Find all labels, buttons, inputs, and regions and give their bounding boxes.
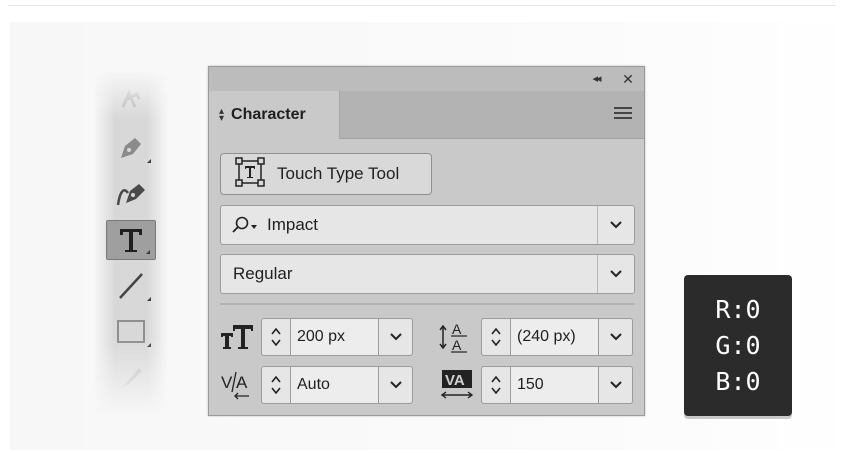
- pen-tool[interactable]: [106, 128, 156, 168]
- font-size-icon: [217, 318, 257, 354]
- blue-value: B:0: [715, 367, 761, 396]
- tracking-icon: VA: [437, 366, 477, 402]
- panel-menu-icon[interactable]: [614, 107, 632, 121]
- chevron-down-icon[interactable]: [599, 366, 633, 404]
- chevron-down-icon[interactable]: [597, 206, 634, 244]
- rectangle-tool-icon: [115, 318, 147, 346]
- line-segment-tool-icon: [116, 271, 146, 301]
- tools-panel: [94, 70, 168, 415]
- svg-text:A: A: [452, 337, 462, 353]
- chevron-down-icon[interactable]: [379, 366, 413, 404]
- expand-collapse-arrows-icon: ▴ ▾: [219, 106, 225, 124]
- section-divider: [220, 303, 635, 305]
- type-tool[interactable]: [106, 220, 156, 260]
- touch-type-icon: [235, 156, 265, 192]
- tab-character[interactable]: ▴ ▾ Character: [209, 91, 340, 139]
- anchor-point-tool[interactable]: [106, 80, 156, 120]
- leading-field[interactable]: (240 px): [511, 318, 599, 356]
- close-icon[interactable]: ✕: [620, 71, 636, 87]
- paintbrush-tool-icon: [115, 362, 147, 394]
- chevron-down-icon[interactable]: [597, 255, 634, 293]
- red-value: R:0: [715, 295, 761, 324]
- pen-tool-icon: [115, 132, 147, 164]
- tab-label: Character: [231, 106, 306, 123]
- paintbrush-tool[interactable]: [106, 358, 156, 398]
- font-size-field[interactable]: 200 px: [291, 318, 379, 356]
- type-tool-icon: [116, 225, 146, 255]
- top-divider: [8, 5, 836, 6]
- kerning-icon: V A: [217, 366, 257, 402]
- tool-flyout-indicator: [147, 159, 151, 163]
- panel-tab-row: ▴ ▾ Character: [209, 91, 644, 139]
- kerning-field[interactable]: Auto: [291, 366, 379, 404]
- leading-stepper[interactable]: [481, 318, 511, 356]
- rgb-color-readout: R:0 G:0 B:0: [684, 275, 792, 416]
- collapse-panel-icon[interactable]: ◂◂: [588, 71, 604, 87]
- anchor-point-icon: [115, 85, 147, 115]
- tool-flyout-indicator: [147, 297, 151, 301]
- tracking-field[interactable]: 150: [511, 366, 599, 404]
- leading-icon: A A: [437, 318, 477, 354]
- search-icon: [231, 216, 261, 239]
- svg-text:A: A: [452, 321, 462, 337]
- green-value: G:0: [715, 331, 761, 360]
- line-segment-tool[interactable]: [106, 266, 156, 306]
- kerning-stepper[interactable]: [261, 366, 291, 404]
- font-family-dropdown[interactable]: Impact: [220, 205, 635, 245]
- chevron-down-icon[interactable]: [599, 318, 633, 356]
- font-size-stepper[interactable]: [261, 318, 291, 356]
- rectangle-tool[interactable]: [106, 312, 156, 352]
- font-family-value: Impact: [267, 215, 319, 234]
- touch-type-tool-button[interactable]: Touch Type Tool: [220, 153, 432, 195]
- touch-type-label: Touch Type Tool: [277, 164, 400, 183]
- tool-flyout-indicator: [146, 250, 150, 254]
- character-panel: ◂◂ ✕ ▴ ▾ Character Touch Type Tool Impac…: [208, 66, 645, 416]
- tool-flyout-indicator: [147, 343, 151, 347]
- curvature-tool-icon: [114, 177, 148, 211]
- font-style-value: Regular: [233, 264, 293, 283]
- chevron-down-icon[interactable]: [379, 318, 413, 356]
- font-style-dropdown[interactable]: Regular: [220, 254, 635, 294]
- svg-text:VA: VA: [445, 372, 465, 389]
- panel-title-bar[interactable]: ◂◂ ✕: [209, 67, 644, 91]
- svg-text:V: V: [221, 373, 233, 392]
- tracking-stepper[interactable]: [481, 366, 511, 404]
- svg-text:A: A: [236, 373, 248, 392]
- curvature-tool[interactable]: [106, 174, 156, 214]
